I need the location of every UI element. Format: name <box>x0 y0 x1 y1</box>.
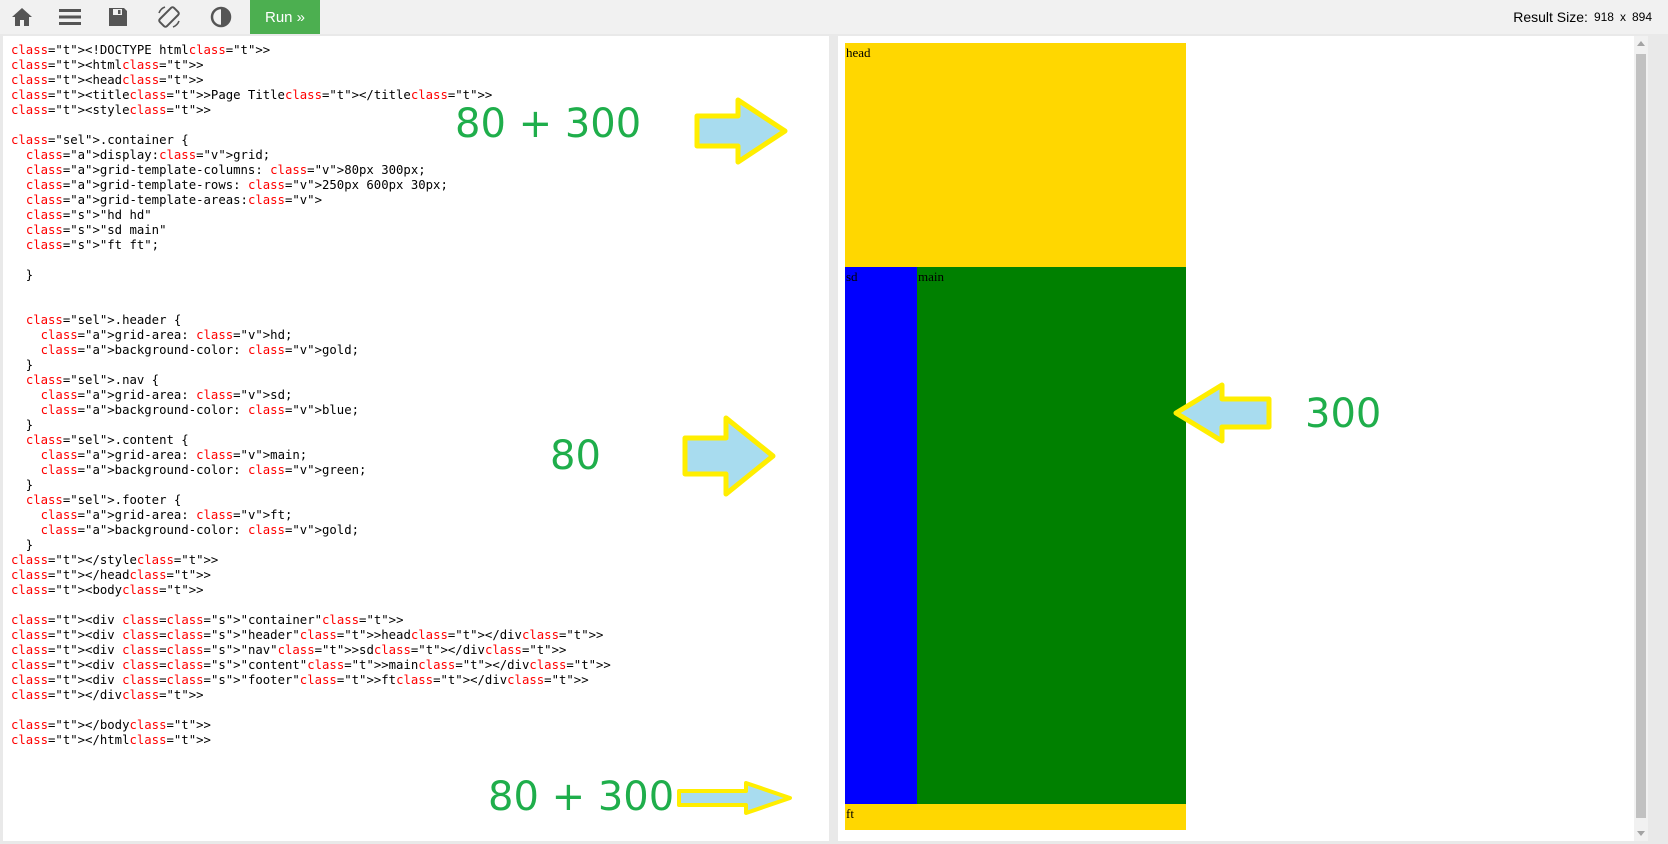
code-line: class="a">grid-area: class="v">ft; <box>40 508 293 522</box>
code-line: class="s">"ft ft"; <box>25 238 160 252</box>
right-arrow-icon <box>1173 382 1272 444</box>
toolbar: Run » Result Size: 918 x 894 <box>0 0 1668 34</box>
grid-footer: ft <box>845 804 1186 830</box>
code-line: ​ <box>11 298 611 313</box>
code-line: class="t"></bodyclass="t">> <box>11 718 211 732</box>
code-line: class="t"></divclass="t">> <box>11 688 204 702</box>
code-line: ​ <box>11 283 611 298</box>
code-text[interactable]: class="t"><!DOCTYPE htmlclass="t">> class… <box>11 43 611 748</box>
code-line: } <box>11 358 34 372</box>
top-arrow-icon <box>694 97 788 165</box>
code-line: class="a">grid-area: class="v">sd; <box>40 388 293 402</box>
code-line: class="t"></styleclass="t">> <box>11 553 219 567</box>
bottom-note: 80 + 300 <box>488 774 675 820</box>
middle-note: 80 <box>550 433 601 479</box>
code-line: } <box>11 418 34 432</box>
code-line: class="a">grid-area: class="v">main; <box>40 448 308 462</box>
code-line: class="s">"sd main" <box>25 223 167 237</box>
save-icon[interactable] <box>96 0 140 34</box>
code-line: class="t"><bodyclass="t">> <box>11 583 204 597</box>
code-line: class="t"><div class=class="s">"containe… <box>11 613 404 627</box>
result-x: x <box>1619 10 1626 24</box>
code-line: class="t"><div class=class="s">"header"c… <box>11 628 604 642</box>
code-line: class="a">background-color: class="v">go… <box>40 343 360 357</box>
result-height: 894 <box>1631 10 1652 24</box>
code-line: class="sel">.footer { <box>25 493 182 507</box>
scroll-down-icon[interactable] <box>1637 831 1645 836</box>
code-line: class="t"><div class=class="s">"nav"clas… <box>11 643 567 657</box>
code-line: ​ <box>11 253 611 268</box>
code-line: class="a">display:class="v">grid; <box>25 148 271 162</box>
grid-header: head <box>845 43 1186 267</box>
code-line: class="sel">.nav { <box>25 373 160 387</box>
code-line: class="a">grid-template-areas:class="v"> <box>25 193 322 207</box>
code-line: class="a">grid-template-columns: class="… <box>25 163 426 177</box>
code-line: class="t"><div class=class="s">"footer"c… <box>11 673 589 687</box>
run-button[interactable]: Run » <box>250 0 320 34</box>
code-line: class="t"></htmlclass="t">> <box>11 733 211 747</box>
result-size-label: Result Size: <box>1513 9 1588 25</box>
code-line: class="t"><div class=class="s">"content"… <box>11 658 611 672</box>
code-line: ​ <box>11 598 611 613</box>
code-line: class="a">grid-area: class="v">hd; <box>40 328 293 342</box>
code-line: class="a">background-color: class="v">go… <box>40 523 360 537</box>
top-note: 80 + 300 <box>455 101 642 147</box>
code-line: class="a">background-color: class="v">gr… <box>40 463 367 477</box>
code-line: class="s">"hd hd" <box>25 208 152 222</box>
code-line: ​ <box>11 703 611 718</box>
grid-main: main <box>917 267 1186 804</box>
scroll-up-icon[interactable] <box>1637 41 1645 46</box>
code-line: } <box>11 478 34 492</box>
result-width: 918 <box>1593 10 1614 24</box>
scroll-thumb[interactable] <box>1636 54 1646 818</box>
middle-arrow-icon <box>682 415 776 497</box>
result-size: Result Size: 918 x 894 <box>1513 0 1652 34</box>
result-scrollbar[interactable] <box>1634 36 1648 841</box>
code-line: class="t"><headclass="t">> <box>11 73 204 87</box>
grid-nav: sd <box>845 267 917 804</box>
code-line: class="t"><!DOCTYPE htmlclass="t">> <box>11 43 271 57</box>
code-line: class="t"></headclass="t">> <box>11 568 211 582</box>
code-line: } <box>11 268 34 282</box>
home-icon[interactable] <box>0 0 44 34</box>
code-line: class="sel">.header { <box>25 313 182 327</box>
code-line: class="a">background-color: class="v">bl… <box>40 403 360 417</box>
bottom-arrow-icon <box>677 781 792 815</box>
rotate-icon[interactable] <box>147 0 191 34</box>
code-line: class="a">grid-template-rows: class="v">… <box>25 178 448 192</box>
menu-icon[interactable] <box>48 0 92 34</box>
grid-container: head sd main ft <box>845 43 1186 830</box>
contrast-icon[interactable] <box>199 0 243 34</box>
code-line: class="sel">.content { <box>25 433 189 447</box>
code-line: } <box>11 538 34 552</box>
code-line: class="t"><htmlclass="t">> <box>11 58 204 72</box>
right-note: 300 <box>1305 391 1382 437</box>
